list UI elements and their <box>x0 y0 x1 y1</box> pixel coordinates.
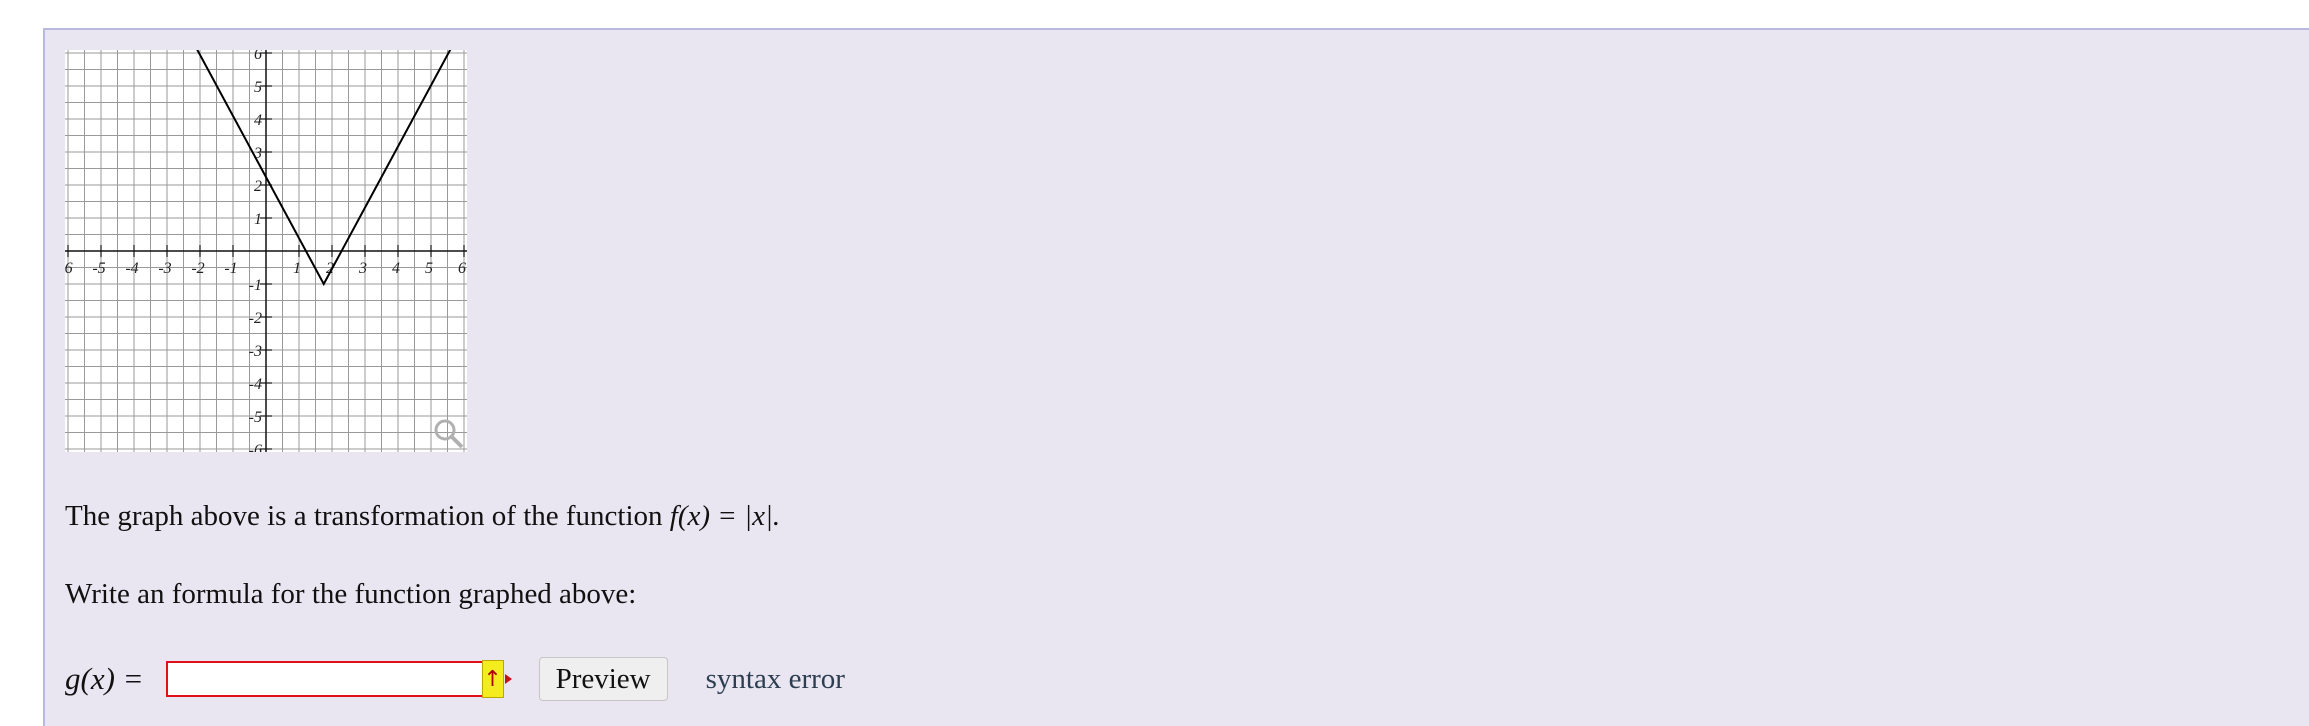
statement-math: f(x) = |x|. <box>669 500 781 532</box>
y-tick-label: -1 <box>249 277 262 294</box>
y-tick-label: 5 <box>254 79 262 96</box>
graph-line <box>196 50 452 287</box>
y-tick-label: -2 <box>249 310 262 327</box>
x-tick-label: 1 <box>293 260 301 277</box>
statement-prefix: The graph above is a transformation of t… <box>65 500 663 532</box>
question-statement: The graph above is a transformation of t… <box>65 500 780 533</box>
magnifier-handle <box>450 435 464 449</box>
magnifier-lens <box>434 419 456 441</box>
y-tick-label: -5 <box>249 409 262 426</box>
x-tick-label: -5 <box>92 260 105 277</box>
answer-label: g(x) = <box>65 661 144 696</box>
question-prompt: Write an formula for the function graphe… <box>65 578 637 610</box>
x-tick-label: 4 <box>392 260 400 277</box>
x-tick-label: -6 <box>65 260 73 277</box>
x-tick-label: 5 <box>425 260 433 277</box>
magnifier-icon[interactable] <box>434 419 464 449</box>
math-keyboard-icon[interactable]: ↑ <box>481 660 504 698</box>
graph-svg: -6-5-4-3-2-1123456654321-1-2-3-4-5-6 <box>65 50 467 452</box>
x-tick-label: -2 <box>191 260 204 277</box>
preview-button[interactable]: Preview <box>538 657 668 701</box>
y-tick-label: 1 <box>254 211 262 228</box>
error-marker-icon <box>504 674 512 684</box>
status-message: syntax error <box>705 662 845 695</box>
question-panel: -6-5-4-3-2-1123456654321-1-2-3-4-5-6 The… <box>43 28 2309 726</box>
y-tick-label: 6 <box>254 50 262 63</box>
x-tick-label: 6 <box>458 260 466 277</box>
x-tick-label: -3 <box>158 260 171 277</box>
y-tick-label: 2 <box>254 178 262 195</box>
x-tick-label: -4 <box>125 260 138 277</box>
x-tick-label: -1 <box>224 260 237 277</box>
answer-row: g(x) = ↑ Preview syntax error <box>65 657 845 701</box>
y-tick-label: 4 <box>254 112 262 129</box>
y-tick-label: -4 <box>249 376 262 393</box>
function-graph[interactable]: -6-5-4-3-2-1123456654321-1-2-3-4-5-6 <box>65 50 467 452</box>
y-tick-label: -6 <box>249 442 262 452</box>
y-tick-label: -3 <box>249 343 262 360</box>
x-tick-label: 3 <box>358 260 367 277</box>
answer-input[interactable] <box>165 661 484 697</box>
